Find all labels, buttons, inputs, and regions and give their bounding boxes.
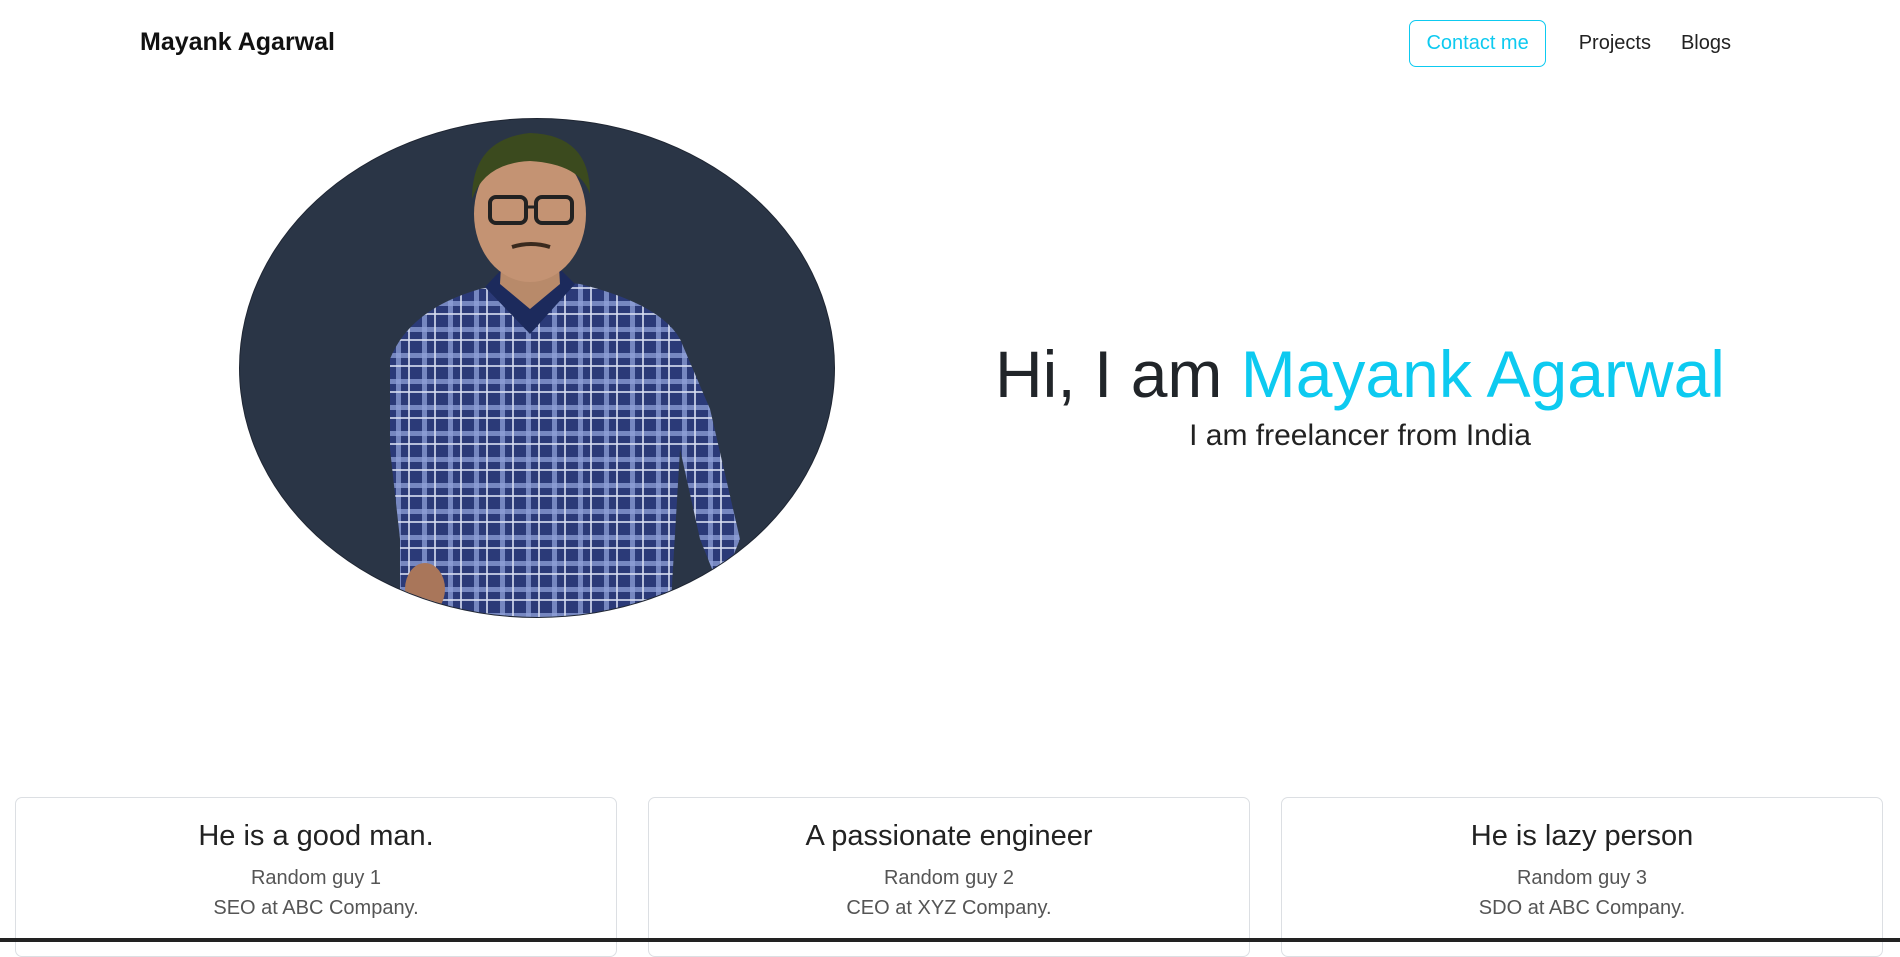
nav-link-blogs[interactable]: Blogs: [1666, 32, 1746, 55]
hero-heading: Hi, I am Mayank Agarwal: [960, 338, 1760, 411]
testimonial-quote: He is a good man.: [198, 820, 434, 852]
testimonial-role: SDO at ABC Company.: [1478, 897, 1686, 919]
navbar: Mayank Agarwal Contact me Projects Blogs: [0, 0, 1900, 88]
testimonial-card: He is lazy person Random guy 3 SDO at AB…: [1281, 797, 1883, 957]
testimonial-card: A passionate engineer Random guy 2 CEO a…: [648, 797, 1250, 957]
testimonial-author: Random guy 3: [1516, 867, 1648, 889]
profile-photo-illustration: [390, 133, 740, 617]
hero-name: Mayank Agarwal: [1240, 337, 1725, 411]
testimonial-author: Random guy 2: [883, 867, 1015, 889]
testimonial-role: CEO at XYZ Company.: [846, 897, 1052, 919]
window-bottom-edge: [0, 938, 1900, 942]
contact-me-button[interactable]: Contact me: [1409, 20, 1546, 67]
profile-photo: [239, 118, 835, 618]
hero-subtitle: I am freelancer from India: [1189, 418, 1531, 452]
testimonial-card: He is a good man. Random guy 1 SEO at AB…: [15, 797, 617, 957]
testimonial-quote: A passionate engineer: [805, 820, 1093, 852]
testimonial-quote: He is lazy person: [1470, 820, 1694, 852]
testimonial-role: SEO at ABC Company.: [213, 897, 419, 919]
hero-text: Hi, I am Mayank Agarwal I am freelancer …: [960, 338, 1760, 453]
testimonials: He is a good man. Random guy 1 SEO at AB…: [15, 797, 1885, 957]
brand-logo[interactable]: Mayank Agarwal: [140, 28, 335, 57]
testimonial-author: Random guy 1: [250, 867, 382, 889]
hero-greeting: Hi, I am: [995, 337, 1241, 411]
nav-links: Contact me Projects Blogs: [1409, 20, 1746, 67]
hero-section: Hi, I am Mayank Agarwal I am freelancer …: [0, 88, 1900, 648]
nav-link-projects[interactable]: Projects: [1564, 32, 1666, 55]
